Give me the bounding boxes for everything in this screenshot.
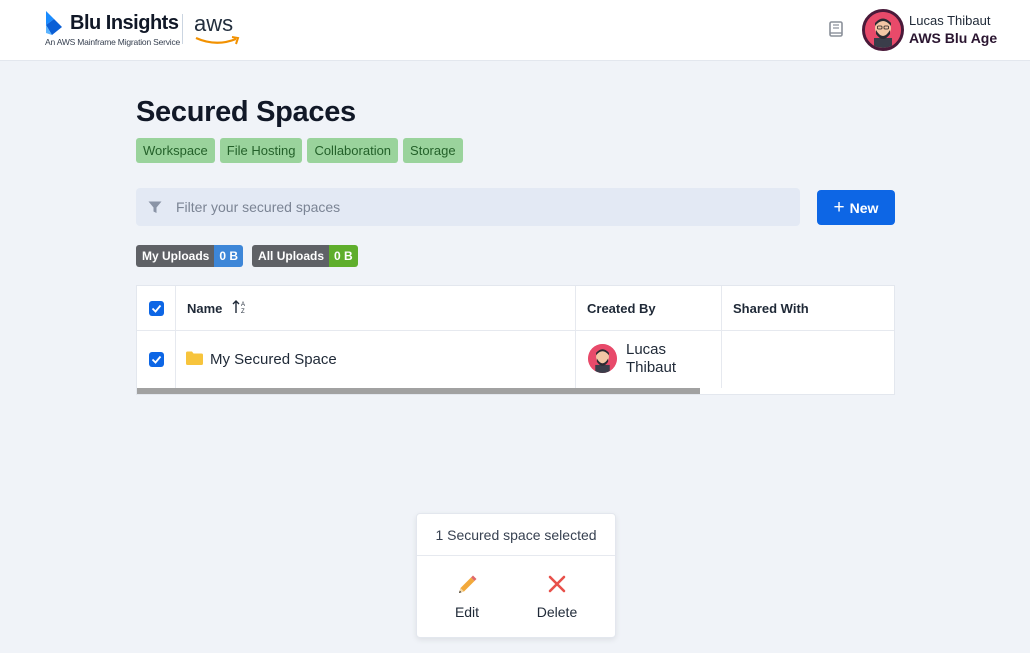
my-uploads-label: My Uploads (136, 245, 215, 267)
aws-smile-icon (195, 36, 240, 45)
aws-logo: aws (194, 11, 244, 49)
table-row[interactable]: My Secured Space Lucas Thibaut (137, 331, 894, 388)
tag-storage: Storage (403, 138, 463, 163)
upload-badges: My Uploads 0 B All Uploads 0 B (136, 245, 358, 267)
page-title: Secured Spaces (136, 96, 356, 128)
my-uploads-value: 0 B (214, 245, 244, 267)
svg-text:A: A (241, 302, 245, 308)
space-name[interactable]: My Secured Space (210, 351, 337, 368)
documentation-book-icon[interactable] (826, 19, 846, 39)
top-header: Blu Insights An AWS Mainframe Migration … (0, 0, 1030, 61)
column-header-shared-with[interactable]: Shared With (733, 301, 809, 316)
tag-list: Workspace File Hosting Collaboration Sto… (136, 138, 463, 163)
column-divider (175, 286, 176, 331)
edit-label: Edit (454, 604, 480, 620)
table-header: Name A Z Created By Shared With (137, 286, 894, 331)
tag-workspace: Workspace (136, 138, 215, 163)
column-divider (175, 331, 176, 388)
creator-avatar (588, 344, 617, 373)
column-header-name[interactable]: Name (187, 301, 222, 316)
filter-icon (148, 201, 162, 213)
filter-bar[interactable] (136, 188, 800, 226)
aws-logo-text: aws (194, 11, 234, 36)
secured-spaces-table: Name A Z Created By Shared With My Secur… (136, 285, 895, 395)
plus-icon: + (833, 197, 845, 218)
new-button[interactable]: + New (817, 190, 895, 225)
close-icon (548, 575, 566, 593)
user-name[interactable]: Lucas Thibaut (909, 13, 990, 28)
column-header-created-by[interactable]: Created By (587, 301, 656, 316)
delete-button[interactable]: Delete (517, 556, 597, 638)
tag-collaboration: Collaboration (307, 138, 399, 163)
column-divider (721, 286, 722, 331)
blu-insights-logo-icon (46, 11, 62, 35)
row-checkbox[interactable] (149, 352, 164, 367)
new-button-label: New (849, 199, 879, 216)
all-uploads-value: 0 B (329, 245, 358, 267)
filter-input[interactable] (176, 188, 786, 226)
select-all-checkbox[interactable] (149, 301, 164, 316)
edit-button[interactable]: Edit (427, 556, 507, 638)
delete-label: Delete (536, 604, 578, 620)
sort-az-icon[interactable]: A Z (232, 299, 248, 315)
logo-subtitle: An AWS Mainframe Migration Service (45, 37, 181, 47)
all-uploads-badge: All Uploads 0 B (252, 245, 358, 267)
selection-action-panel: 1 Secured space selected Edit Delete (416, 513, 616, 638)
logo-divider (182, 14, 183, 44)
user-avatar[interactable] (862, 9, 904, 51)
selection-count-text: 1 Secured space selected (417, 514, 615, 556)
logo-title: Blu Insights (70, 12, 179, 34)
pencil-icon (459, 575, 477, 593)
horizontal-scrollbar[interactable] (137, 388, 700, 394)
created-by-name: Lucas Thibaut (626, 341, 677, 376)
my-uploads-badge: My Uploads 0 B (136, 245, 244, 267)
column-divider (721, 331, 722, 388)
folder-icon (186, 351, 203, 365)
column-divider (575, 331, 576, 388)
user-organization[interactable]: AWS Blu Age (909, 30, 997, 46)
all-uploads-label: All Uploads (252, 245, 330, 267)
tag-file-hosting: File Hosting (219, 138, 303, 163)
svg-text:Z: Z (241, 309, 245, 315)
column-divider (575, 286, 576, 331)
